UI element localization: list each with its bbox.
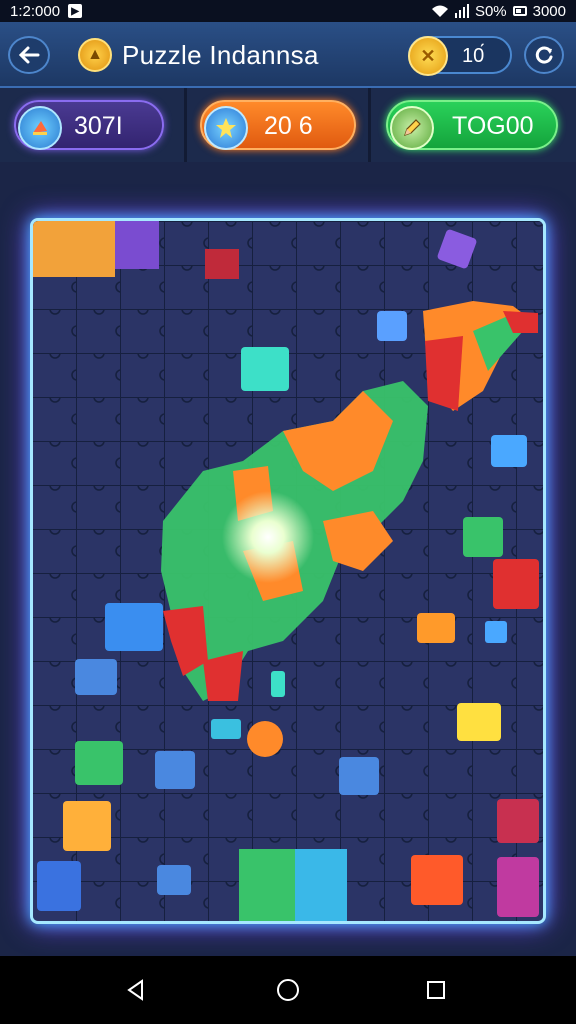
back-button[interactable] [8, 36, 50, 74]
nav-recents-icon [427, 981, 445, 999]
status-time: 1:2:000 [10, 2, 61, 20]
refresh-icon [535, 46, 553, 64]
page-title: Puzzle Indannsa [122, 40, 319, 70]
paint-counter-pill[interactable]: 307I [14, 100, 164, 150]
coin-x-icon: ✕ [408, 36, 448, 76]
paint-counter-value: 307I [74, 112, 123, 140]
nav-recents-button[interactable] [416, 970, 456, 1010]
wifi-icon [431, 5, 448, 17]
stats-divider [184, 88, 187, 162]
battery-percent: S0% [474, 2, 507, 20]
refresh-button[interactable] [524, 36, 564, 74]
nav-home-button[interactable] [268, 970, 308, 1010]
signal-icon [454, 4, 469, 18]
stats-bar: 307I 20 6 TOG00 [0, 88, 576, 162]
pencil-counter-value: TOG00 [452, 112, 534, 140]
up-arrow-coin-icon: ▲ [78, 38, 112, 72]
coin-counter[interactable]: ✕ 10́ [408, 36, 512, 76]
puzzle-board[interactable] [30, 218, 546, 924]
system-nav-bar [0, 956, 576, 1024]
hint-counter-pill[interactable]: 20 6 [200, 100, 356, 150]
pencil-counter-pill[interactable]: TOG00 [386, 100, 558, 150]
nav-home-icon [277, 979, 299, 1001]
coin-value: 10́ [462, 45, 485, 67]
notification-icon: ▶ [68, 4, 83, 18]
hint-counter-value: 20 6 [264, 112, 313, 140]
battery-icon [512, 6, 527, 16]
status-right: S0% 3000 [431, 3, 566, 20]
stats-divider [368, 88, 371, 162]
nav-back-icon [127, 979, 143, 1001]
nav-back-button[interactable] [116, 970, 156, 1010]
paint-bucket-icon [18, 106, 62, 150]
back-arrow-icon [18, 46, 40, 64]
status-left: 1:2:000 ▶ [10, 2, 83, 20]
puzzle-board-art [33, 221, 543, 921]
app-bar: ▲ Puzzle Indannsa ✕ 10́ [0, 22, 576, 88]
pencil-icon [390, 106, 434, 150]
status-bar: 1:2:000 ▶ S0% 3000 [0, 0, 576, 22]
status-extra: 3000 [532, 2, 566, 20]
star-hint-icon [204, 106, 248, 150]
